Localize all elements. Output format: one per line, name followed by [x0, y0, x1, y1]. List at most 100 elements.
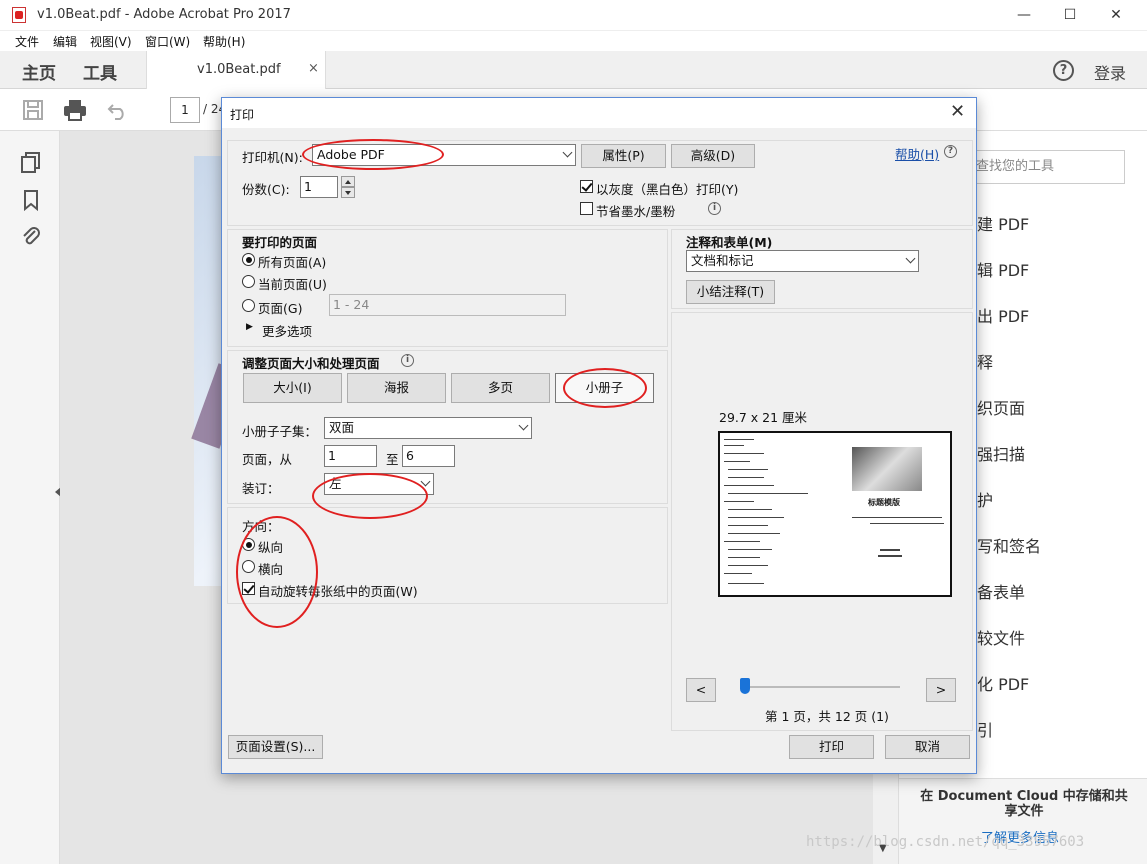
tool-fill-sign[interactable]: 写和签名 — [977, 533, 1041, 557]
increment-icon[interactable] — [341, 176, 355, 187]
tool-protect[interactable]: 护 — [977, 487, 993, 511]
maximize-button[interactable]: ☐ — [1047, 0, 1093, 31]
tool-enhance-scans[interactable]: 强扫描 — [977, 441, 1025, 465]
current-page-radio[interactable] — [242, 275, 255, 288]
tool-search-input[interactable]: 查找您的工具 — [967, 150, 1125, 184]
binding-select[interactable]: 左 — [324, 473, 434, 495]
expand-arrow-icon[interactable]: ▶ — [246, 322, 253, 332]
close-window-button[interactable]: ✕ — [1093, 0, 1139, 31]
page-number-input[interactable]: 1 — [170, 97, 200, 123]
document-tab-label: v1.0Beat.pdf — [197, 62, 281, 77]
preview-heading: 标题模版 — [868, 498, 900, 507]
document-tab[interactable]: v1.0Beat.pdf × — [146, 51, 326, 89]
tool-prepare-form[interactable]: 备表单 — [977, 579, 1025, 603]
previous-page-button[interactable]: < — [686, 678, 716, 702]
watermark-text: https://blog.csdn.net/qq_33957603 — [806, 834, 1085, 850]
pages-radio[interactable] — [242, 299, 255, 312]
tool-comment[interactable]: 释 — [977, 349, 993, 373]
pages-to-input[interactable]: 6 — [402, 445, 455, 467]
page-slider-thumb[interactable] — [740, 678, 750, 694]
auto-rotate-label: 自动旋转每张纸中的页面(W) — [258, 584, 418, 599]
left-rail — [0, 131, 61, 864]
pages-icon[interactable] — [20, 151, 42, 173]
undo-icon[interactable] — [107, 99, 129, 121]
properties-button[interactable]: 属性(P) — [581, 144, 666, 168]
menu-view[interactable]: 视图(V) — [90, 33, 132, 50]
menu-window[interactable]: 窗口(W) — [145, 33, 190, 50]
grayscale-checkbox[interactable] — [580, 180, 593, 193]
save-ink-checkbox[interactable] — [580, 202, 593, 215]
tool-export-pdf[interactable]: 出 PDF — [977, 303, 1029, 327]
chevron-down-icon — [420, 476, 431, 487]
info-icon[interactable]: i — [708, 202, 721, 215]
all-pages-radio[interactable] — [242, 253, 255, 266]
poster-button[interactable]: 海报 — [347, 373, 446, 403]
page-setup-button[interactable]: 页面设置(S)... — [228, 735, 323, 759]
paper-size-label: 29.7 x 21 厘米 — [719, 410, 808, 425]
tool-optimize-pdf[interactable]: 化 PDF — [977, 671, 1029, 695]
tool-compare-files[interactable]: 较文件 — [977, 625, 1025, 649]
booklet-button[interactable]: 小册子 — [555, 373, 654, 403]
pages-section-title: 要打印的页面 — [242, 235, 318, 250]
auto-rotate-checkbox[interactable] — [242, 582, 255, 595]
attachment-icon[interactable] — [20, 225, 42, 247]
printer-value: Adobe PDF — [317, 147, 385, 162]
next-page-button[interactable]: > — [926, 678, 956, 702]
save-icon[interactable] — [22, 99, 44, 121]
tool-create-pdf[interactable]: 建 PDF — [977, 211, 1029, 235]
booklet-subset-select[interactable]: 双面 — [324, 417, 532, 439]
binding-label: 装订： — [242, 481, 280, 496]
login-button[interactable]: 登录 — [1094, 60, 1126, 84]
tool-index[interactable]: 引 — [977, 717, 993, 741]
printer-select[interactable]: Adobe PDF — [312, 144, 576, 166]
menu-file[interactable]: 文件 — [15, 33, 39, 50]
page-slider-track[interactable] — [742, 686, 900, 688]
print-icon[interactable] — [63, 99, 87, 121]
booklet-subset-value: 双面 — [329, 420, 355, 435]
preview-image — [852, 447, 922, 491]
pages-range-input[interactable]: 1 - 24 — [329, 294, 566, 316]
minimize-button[interactable]: — — [1001, 0, 1047, 31]
pages-from-input[interactable]: 1 — [324, 445, 377, 467]
pages-label: 页面(G) — [258, 301, 303, 316]
tool-organize-pages[interactable]: 织页面 — [977, 395, 1025, 419]
page-sizing-panel: 调整页面大小和处理页面 i 大小(I) 海报 多页 小册子 小册子子集： 双面 … — [227, 350, 668, 504]
sizing-info-icon[interactable]: i — [401, 354, 414, 367]
tab-tools[interactable]: 工具 — [83, 59, 117, 84]
close-tab-icon[interactable]: × — [308, 61, 319, 76]
comments-section-title: 注释和表单(M) — [686, 235, 773, 250]
copies-input[interactable]: 1 — [300, 176, 338, 198]
print-dialog: 打印 ✕ 打印机(N): Adobe PDF 属性(P) 高级(D) 帮助(H)… — [221, 97, 977, 774]
help-link[interactable]: 帮助(H) — [895, 144, 939, 163]
chevron-down-icon — [518, 420, 529, 431]
comments-select[interactable]: 文档和标记 — [686, 250, 919, 272]
landscape-radio[interactable] — [242, 560, 255, 573]
print-button[interactable]: 打印 — [789, 735, 874, 759]
copies-stepper[interactable] — [341, 176, 355, 198]
page-status: 第 1 页，共 12 页 (1) — [765, 709, 889, 724]
cancel-button[interactable]: 取消 — [885, 735, 970, 759]
printer-panel: 打印机(N): Adobe PDF 属性(P) 高级(D) 帮助(H) ? 份数… — [227, 140, 973, 226]
decrement-icon[interactable] — [341, 187, 355, 198]
dialog-title-bar: 打印 ✕ — [222, 98, 976, 128]
advanced-button[interactable]: 高级(D) — [671, 144, 755, 168]
chevron-down-icon — [562, 147, 573, 158]
portrait-radio[interactable] — [242, 538, 255, 551]
menu-help[interactable]: 帮助(H) — [203, 33, 245, 50]
size-button[interactable]: 大小(I) — [243, 373, 342, 403]
more-options-link[interactable]: 更多选项 — [262, 321, 312, 340]
save-ink-label: 节省墨水/墨粉 — [596, 204, 676, 219]
menu-edit[interactable]: 编辑 — [53, 33, 77, 50]
summarize-comments-button[interactable]: 小结注释(T) — [686, 280, 775, 304]
help-icon[interactable]: ? — [944, 145, 957, 158]
comments-panel: 注释和表单(M) 文档和标记 小结注释(T) — [671, 229, 973, 309]
tool-edit-pdf[interactable]: 辑 PDF — [977, 257, 1029, 281]
orientation-panel: 方向： 纵向 横向 自动旋转每张纸中的页面(W) — [227, 507, 668, 604]
multiple-pages-button[interactable]: 多页 — [451, 373, 550, 403]
orientation-label: 方向： — [242, 519, 280, 534]
dialog-close-button[interactable]: ✕ — [950, 101, 965, 122]
bookmark-icon[interactable] — [20, 189, 42, 211]
help-icon[interactable]: ? — [1053, 60, 1074, 81]
chevron-down-icon — [905, 253, 916, 264]
tab-home[interactable]: 主页 — [22, 59, 56, 84]
